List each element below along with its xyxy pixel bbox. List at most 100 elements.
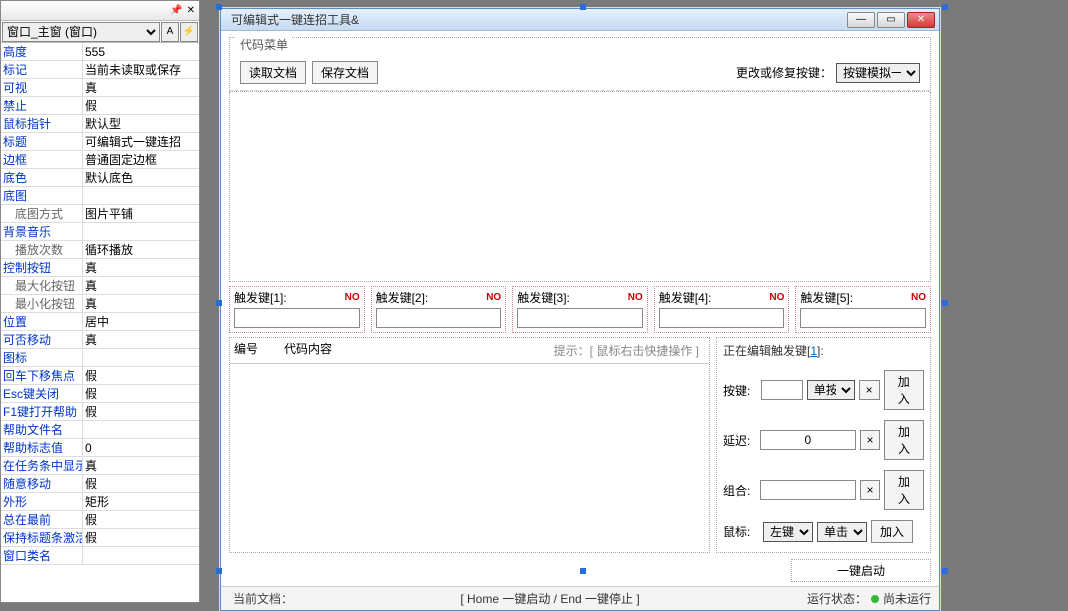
property-value[interactable]: 假	[83, 511, 199, 528]
minimize-button[interactable]: —	[847, 12, 875, 28]
trigger-input[interactable]	[800, 308, 926, 328]
property-row[interactable]: 最小化按钮真	[1, 295, 199, 313]
property-value[interactable]: 0	[83, 439, 199, 456]
property-row[interactable]: 底图	[1, 187, 199, 205]
prop-btn-a[interactable]: A	[161, 22, 179, 42]
trigger-input[interactable]	[234, 308, 360, 328]
property-value[interactable]	[83, 421, 199, 438]
prop-btn-b[interactable]: ⚡	[180, 22, 198, 42]
property-row[interactable]: 鼠标指针默认型	[1, 115, 199, 133]
property-row[interactable]: 可视真	[1, 79, 199, 97]
property-row[interactable]: 高度555	[1, 43, 199, 61]
list-body[interactable]	[230, 364, 709, 524]
trigger-input[interactable]	[659, 308, 785, 328]
property-value[interactable]: 居中	[83, 313, 199, 330]
property-value[interactable]: 假	[83, 385, 199, 402]
property-row[interactable]: Esc键关闭假	[1, 385, 199, 403]
trigger-input[interactable]	[517, 308, 643, 328]
code-area[interactable]	[229, 92, 931, 282]
property-row[interactable]: 边框普通固定边框	[1, 151, 199, 169]
property-row[interactable]: 底图方式图片平铺	[1, 205, 199, 223]
property-row[interactable]: 在任务条中显示真	[1, 457, 199, 475]
property-value[interactable]: 循环播放	[83, 241, 199, 258]
property-row[interactable]: F1键打开帮助假	[1, 403, 199, 421]
property-value[interactable]: 默认底色	[83, 169, 199, 186]
selection-handle[interactable]	[580, 4, 586, 10]
property-value[interactable]: 可编辑式一键连招	[83, 133, 199, 150]
close-icon[interactable]: ✕	[187, 5, 195, 16]
fix-key-select[interactable]: 按键模拟一	[836, 63, 920, 83]
pin-icon[interactable]: 📌	[170, 5, 182, 16]
property-row[interactable]: 窗口类名	[1, 547, 199, 565]
property-value[interactable]: 普通固定边框	[83, 151, 199, 168]
selection-handle[interactable]	[942, 568, 948, 574]
save-doc-button[interactable]: 保存文档	[312, 61, 378, 84]
read-doc-button[interactable]: 读取文档	[240, 61, 306, 84]
property-row[interactable]: 位置居中	[1, 313, 199, 331]
property-value[interactable]: 默认型	[83, 115, 199, 132]
property-row[interactable]: 回车下移焦点假	[1, 367, 199, 385]
selection-handle[interactable]	[942, 300, 948, 306]
property-value[interactable]: 矩形	[83, 493, 199, 510]
property-row[interactable]: 帮助文件名	[1, 421, 199, 439]
delay-clear-button[interactable]: ×	[860, 430, 880, 450]
combo-input[interactable]	[760, 480, 856, 500]
property-value[interactable]: 假	[83, 367, 199, 384]
property-value[interactable]: 假	[83, 97, 199, 114]
selection-handle[interactable]	[216, 300, 222, 306]
app-titlebar[interactable]: 可编辑式一键连招工具& — ▭ ✕	[221, 9, 939, 31]
property-row[interactable]: 背景音乐	[1, 223, 199, 241]
property-row[interactable]: 标记当前未读取或保存	[1, 61, 199, 79]
selection-handle[interactable]	[216, 568, 222, 574]
property-value[interactable]	[83, 547, 199, 564]
property-value[interactable]: 真	[83, 259, 199, 276]
selection-handle[interactable]	[580, 568, 586, 574]
property-grid[interactable]: 高度555标记当前未读取或保存可视真禁止假鼠标指针默认型标题可编辑式一键连招边框…	[1, 43, 199, 583]
property-value[interactable]: 真	[83, 295, 199, 312]
selection-handle[interactable]	[942, 4, 948, 10]
property-value[interactable]: 假	[83, 475, 199, 492]
property-value[interactable]: 图片平铺	[83, 205, 199, 222]
mouse-add-button[interactable]: 加入	[871, 520, 913, 543]
property-row[interactable]: 帮助标志值0	[1, 439, 199, 457]
maximize-button[interactable]: ▭	[877, 12, 905, 28]
property-value[interactable]: 假	[83, 403, 199, 420]
property-row[interactable]: 控制按钮真	[1, 259, 199, 277]
combo-add-button[interactable]: 加入	[884, 470, 924, 510]
combo-clear-button[interactable]: ×	[860, 480, 880, 500]
property-value[interactable]: 当前未读取或保存	[83, 61, 199, 78]
property-value[interactable]: 真	[83, 331, 199, 348]
property-value[interactable]: 真	[83, 457, 199, 474]
property-value[interactable]	[83, 223, 199, 240]
property-value[interactable]	[83, 187, 199, 204]
key-clear-button[interactable]: ×	[859, 380, 880, 400]
property-row[interactable]: 保持标题条激活假	[1, 529, 199, 547]
key-mode-select[interactable]: 单按	[807, 380, 855, 400]
mouse-btn-select[interactable]: 左键	[763, 522, 813, 542]
property-row[interactable]: 底色默认底色	[1, 169, 199, 187]
object-selector[interactable]: 窗口_主窗 (窗口)	[2, 22, 160, 42]
property-row[interactable]: 播放次数循环播放	[1, 241, 199, 259]
trigger-input[interactable]	[376, 308, 502, 328]
mouse-mode-select[interactable]: 单击	[817, 522, 867, 542]
close-button[interactable]: ✕	[907, 12, 935, 28]
key-input[interactable]	[761, 380, 803, 400]
property-value[interactable]: 真	[83, 79, 199, 96]
property-row[interactable]: 随意移动假	[1, 475, 199, 493]
property-row[interactable]: 总在最前假	[1, 511, 199, 529]
property-row[interactable]: 最大化按钮真	[1, 277, 199, 295]
delay-add-button[interactable]: 加入	[884, 420, 924, 460]
property-key: 鼠标指针	[1, 115, 83, 132]
property-value[interactable]: 真	[83, 277, 199, 294]
property-row[interactable]: 可否移动真	[1, 331, 199, 349]
property-row[interactable]: 标题可编辑式一键连招	[1, 133, 199, 151]
selection-handle[interactable]	[216, 4, 222, 10]
property-value[interactable]: 555	[83, 43, 199, 60]
property-row[interactable]: 外形矩形	[1, 493, 199, 511]
property-value[interactable]: 假	[83, 529, 199, 546]
delay-input[interactable]	[760, 430, 856, 450]
property-row[interactable]: 图标	[1, 349, 199, 367]
key-add-button[interactable]: 加入	[884, 370, 925, 410]
property-value[interactable]	[83, 349, 199, 366]
property-row[interactable]: 禁止假	[1, 97, 199, 115]
